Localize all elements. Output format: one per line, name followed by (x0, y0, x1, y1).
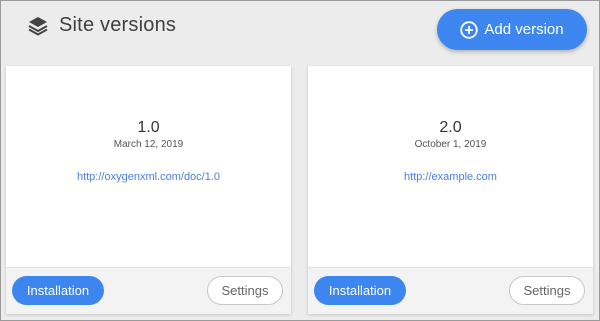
add-version-label: Add version (484, 21, 564, 38)
version-date: October 1, 2019 (414, 139, 487, 150)
version-card: 2.0 October 1, 2019 http://example.com I… (308, 66, 593, 314)
version-date: March 12, 2019 (113, 139, 184, 150)
version-number: 1.0 (137, 119, 160, 136)
layers-icon (28, 16, 48, 36)
add-version-button[interactable]: Add version (437, 9, 587, 50)
settings-button[interactable]: Settings (509, 276, 585, 305)
version-number: 2.0 (439, 119, 462, 136)
plus-circle-icon (460, 20, 479, 39)
page-header: Site versions Add version (0, 0, 600, 60)
version-url-link[interactable]: http://oxygenxml.com/doc/1.0 (6, 171, 291, 183)
title-group: Site versions (28, 14, 176, 37)
installation-button[interactable]: Installation (314, 276, 406, 305)
version-card-body: 1.0 March 12, 2019 http://oxygenxml.com/… (6, 66, 291, 267)
page-title: Site versions (59, 14, 177, 36)
installation-button[interactable]: Installation (12, 276, 104, 305)
version-card-footer: Installation Settings (6, 267, 291, 314)
settings-button[interactable]: Settings (207, 276, 283, 305)
version-card-body: 2.0 October 1, 2019 http://example.com (308, 66, 593, 267)
version-url-link[interactable]: http://example.com (308, 171, 593, 183)
version-card-footer: Installation Settings (308, 267, 593, 314)
version-card: 1.0 March 12, 2019 http://oxygenxml.com/… (6, 66, 291, 314)
